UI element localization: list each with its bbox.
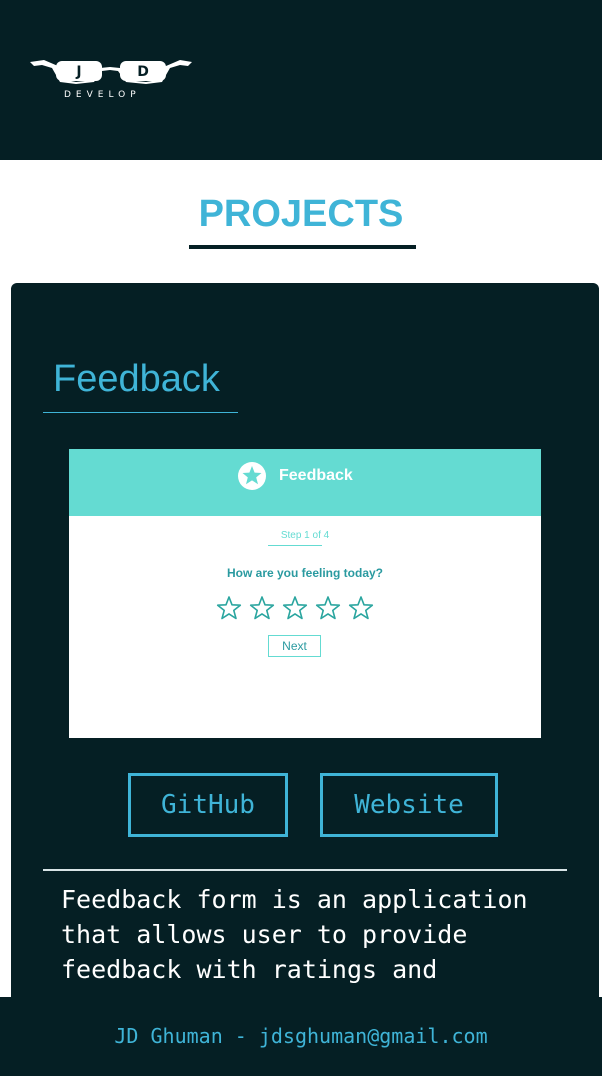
preview-step-underline [268, 545, 322, 546]
brand-tagline: DEVELOP [64, 90, 141, 100]
project-description: Feedback form is an application that all… [61, 885, 528, 984]
star-outline-icon [249, 596, 275, 620]
section-title: PROJECTS [198, 193, 404, 235]
star-outline-icon [348, 596, 374, 620]
project-title-underline [43, 412, 238, 413]
star-outline-icon [282, 596, 308, 620]
project-screenshot: Feedback Step 1 of 4 How are you feeling… [69, 449, 541, 738]
preview-question: How are you feeling today? [226, 566, 384, 580]
section-title-underline [189, 245, 416, 249]
preview-title: Feedback [279, 467, 353, 484]
website-button[interactable]: Website [320, 773, 498, 837]
github-button[interactable]: GitHub [128, 773, 288, 837]
star-icon [238, 462, 266, 490]
star-outline-icon [315, 596, 341, 620]
footer-contact: JD Ghuman - jdsghuman@gmail.com [114, 1024, 488, 1048]
logo-initial-j: J [75, 64, 81, 80]
card-divider [43, 869, 567, 871]
star-outline-icon [216, 596, 242, 620]
project-title: Feedback [53, 358, 220, 400]
logo-initial-d: D [137, 64, 149, 80]
preview-rating [216, 595, 376, 623]
preview-next-button: Next [268, 635, 321, 657]
preview-step: Step 1 of 4 [280, 530, 330, 541]
